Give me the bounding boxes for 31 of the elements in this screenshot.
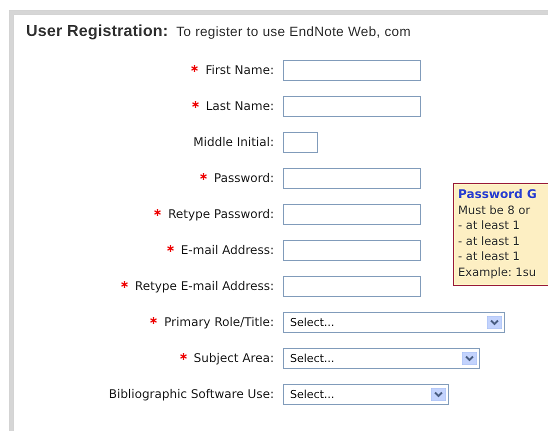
input-field[interactable]: [283, 204, 421, 224]
input-field[interactable]: [283, 132, 318, 152]
field-label: First Name:: [205, 63, 274, 77]
caret-icon: [462, 352, 477, 364]
select-field[interactable]: Select...: [283, 384, 449, 404]
input-field[interactable]: [283, 60, 421, 80]
caret-icon: [487, 316, 502, 328]
field-label: E-mail Address:: [180, 243, 274, 257]
guide-text: Must be 8 or: [458, 202, 532, 218]
guide-text: Example: 1su: [458, 264, 538, 280]
select-field[interactable]: Select...: [283, 348, 480, 368]
field-label: Subject Area:: [194, 351, 274, 365]
input-field[interactable]: [283, 96, 421, 116]
field-label: Password:: [214, 171, 274, 185]
guide-text: - at least 1: [458, 249, 521, 264]
guide-title: Password G: [458, 187, 538, 202]
input-field[interactable]: [283, 168, 421, 188]
input-field[interactable]: [283, 240, 421, 260]
input-field[interactable]: [283, 276, 421, 296]
guide-text: - at least 1: [458, 234, 521, 249]
field-label: Bibliographic Software Use:: [108, 387, 274, 401]
field-label: Middle Initial:: [193, 135, 274, 149]
caret-icon: [431, 388, 446, 400]
field-label: Retype Password:: [168, 207, 274, 221]
guide-text: - at least 1: [458, 218, 521, 234]
page-title: User Registration:: [26, 23, 168, 41]
intro-text: To register to use EndNote Web, com: [176, 24, 411, 39]
field-label: Primary Role/Title:: [164, 315, 274, 329]
select-field[interactable]: Select...: [283, 312, 505, 332]
field-label: Retype E-mail Address:: [134, 279, 274, 293]
field-label: Last Name:: [206, 99, 274, 113]
